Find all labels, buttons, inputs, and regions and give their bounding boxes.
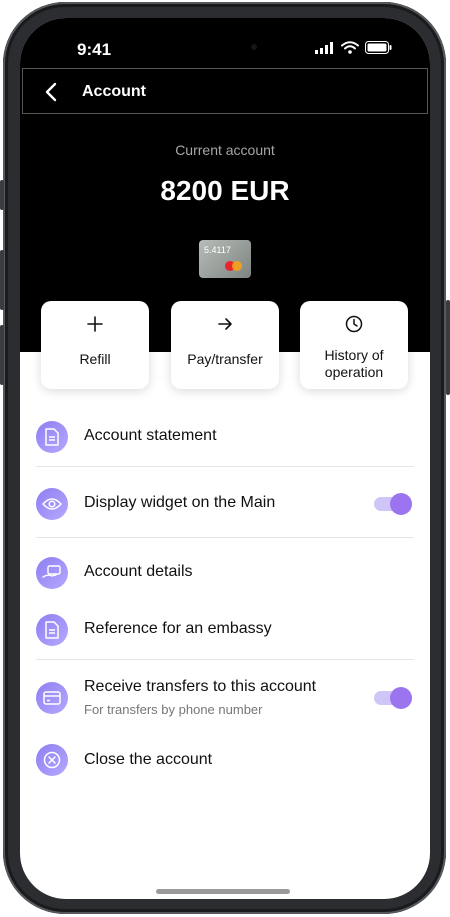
menu-item-receive-transfers[interactable]: Receive transfers to this account For tr… [36,678,414,722]
receive-transfers-toggle[interactable] [374,687,414,709]
history-label: History of operation [324,347,384,380]
arrow-right-icon [218,318,232,330]
menu-item-label: Display widget on the Main [84,494,276,511]
menu-item-embassy-reference[interactable]: Reference for an embassy [36,612,414,648]
home-indicator[interactable] [156,889,290,894]
card-number: 5.4117 [204,245,231,255]
menu-item-label: Reference for an embassy [84,620,272,637]
menu-item-label: Close the account [84,751,213,768]
clock-icon [345,315,363,333]
camera-dot [251,44,257,50]
mastercard-icon [225,261,243,271]
refill-label: Refill [79,351,111,367]
divider [36,659,414,660]
navigation-bar: Account [22,68,428,114]
account-label: Current account [175,142,275,158]
eye-icon [36,488,68,520]
side-button [0,325,4,385]
card-icon [36,682,68,714]
history-button[interactable]: History of operation [300,301,408,389]
side-button [0,180,4,210]
menu-item-account-details[interactable]: Account details [36,555,414,591]
divider [36,537,414,538]
menu-item-label: Account statement [84,427,217,444]
pay-transfer-label: Pay/transfer [187,351,263,367]
wifi-icon [341,41,359,54]
status-time: 9:41 [77,40,112,59]
app-screen: 9:41 Account Current account 8200 EUR 5.… [20,18,430,899]
menu-item-sublabel: For transfers by phone number [84,702,263,717]
menu-item-account-statement[interactable]: Account statement [36,419,414,455]
card-hand-icon [36,557,68,589]
document-icon [36,421,68,453]
side-button [0,250,4,310]
signal-icon [315,41,333,54]
menu-item-close-account[interactable]: Close the account [36,744,414,780]
divider [36,466,414,467]
close-circle-icon [36,744,68,776]
menu-item-label: Receive transfers to this account [84,678,317,695]
side-button [446,300,450,395]
pay-transfer-button[interactable]: Pay/transfer [171,301,279,389]
status-icons [315,41,392,54]
menu-item-display-widget[interactable]: Display widget on the Main [36,486,414,522]
battery-icon [365,41,392,54]
back-button[interactable] [41,81,63,103]
page-title: Account [82,83,146,100]
refill-button[interactable]: Refill [41,301,149,389]
chevron-left-icon [45,82,57,102]
widget-toggle[interactable] [374,493,414,515]
account-balance: 8200 EUR [160,175,290,206]
menu-item-label: Account details [84,563,193,580]
card-thumbnail[interactable]: 5.4117 [199,240,251,278]
plus-icon [87,316,103,332]
document-icon [36,614,68,646]
